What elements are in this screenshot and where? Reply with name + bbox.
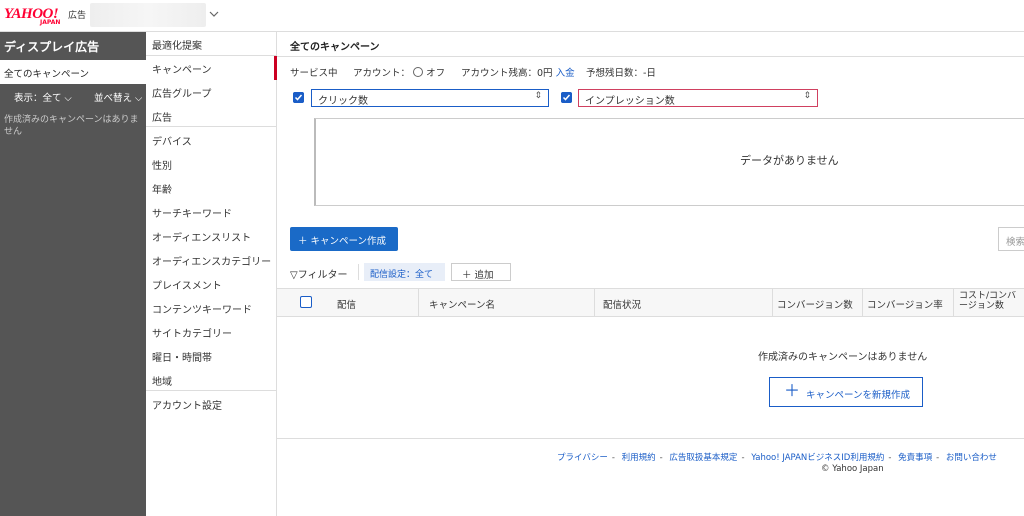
column-header[interactable]: 配信状況: [603, 297, 641, 311]
footer-link[interactable]: Yahoo! JAPANビジネスID利用規約: [751, 453, 884, 463]
select-arrows-icon: ⇕: [534, 91, 542, 101]
no-data-message: データがありません: [740, 154, 839, 167]
footer-links: プライバシー - 利用規約 - 広告取扱基本規定 - Yahoo! JAPANビジネス…: [557, 453, 997, 463]
column-header[interactable]: コスト/コンバージョン数: [959, 291, 1023, 315]
footer-link[interactable]: 免責事項: [898, 453, 932, 463]
empty-table-message: 作成済みのキャンペーンはありません: [758, 352, 928, 363]
select-arrows-icon: ⇕: [803, 91, 811, 101]
footer-link[interactable]: 利用規約: [622, 453, 656, 463]
performance-chart: [314, 118, 1024, 206]
column-header[interactable]: コンバージョン率: [867, 297, 943, 311]
select-all-checkbox[interactable]: [300, 296, 312, 308]
remaining-days: 予想残日数：-日: [586, 68, 656, 79]
metric2-checkbox[interactable]: [561, 92, 572, 103]
column-header[interactable]: キャンペーン名: [429, 297, 495, 311]
sidebar-all-campaigns[interactable]: 全てのキャンペーン: [0, 60, 146, 84]
nav-item-search-keyword[interactable]: サーチキーワード: [146, 200, 277, 224]
nav-item-content-keyword[interactable]: コンテンツキーワード: [146, 296, 277, 320]
nav-item-day-time[interactable]: 曜日・時間帯: [146, 344, 277, 368]
plus-icon: ＋: [784, 381, 801, 400]
divider: [277, 438, 1024, 439]
column-header[interactable]: 配信: [337, 297, 356, 311]
ads-product-label: 広告: [68, 11, 87, 21]
footer-link[interactable]: プライバシー: [557, 453, 608, 463]
nav-item-age[interactable]: 年齢: [146, 176, 277, 200]
yahoo-logo-sub: JAPAN: [40, 19, 61, 26]
account-balance: アカウント残高：0円 入金: [461, 68, 575, 79]
nav-item-site-category[interactable]: サイトカテゴリー: [146, 320, 277, 344]
service-status: サービス中: [290, 68, 338, 79]
sidebar-title: ディスプレイ広告: [4, 40, 100, 54]
filter-label[interactable]: ▽フィルター: [290, 266, 348, 281]
chevron-down-icon[interactable]: [208, 8, 220, 20]
metric2-select[interactable]: インプレッション数 ⇕: [578, 89, 818, 107]
radio-off-icon[interactable]: [413, 67, 424, 77]
add-filter-button[interactable]: ＋ 追加: [451, 263, 511, 281]
campaign-sidebar: [0, 32, 146, 516]
account-status: アカウント： オフ: [353, 67, 446, 79]
sort-dropdown[interactable]: 並べ替え ⌵: [94, 90, 142, 104]
nav-item-campaign[interactable]: キャンペーン: [146, 56, 277, 80]
nav-item-device[interactable]: デバイス: [146, 128, 277, 152]
page-title: 全てのキャンペーン: [290, 42, 380, 53]
account-selector[interactable]: [90, 3, 206, 27]
divider: [358, 264, 359, 280]
footer-link[interactable]: お問い合わせ: [946, 453, 997, 463]
nav-item-placement[interactable]: プレイスメント: [146, 272, 277, 296]
chevron-down-icon: ⌵: [64, 93, 72, 104]
copyright: © Yahoo Japan: [821, 464, 884, 474]
chevron-down-icon: ⌵: [135, 93, 143, 104]
campaign-table-header: 配信 キャンペーン名 配信状況 コンバージョン数 コンバージョン率 コスト/コン…: [277, 288, 1024, 317]
nav-item-audience-category[interactable]: オーディエンスカテゴリー: [146, 248, 277, 272]
new-campaign-button[interactable]: ＋ キャンペーンを新規作成: [769, 377, 923, 407]
search-button[interactable]: 検索: [998, 227, 1024, 251]
filter-tag-delivery[interactable]: 配信設定：全て: [364, 263, 445, 281]
create-campaign-button[interactable]: ＋ キャンペーン作成: [290, 227, 398, 251]
nav-item-ad[interactable]: 広告: [146, 104, 277, 128]
metric1-checkbox[interactable]: [293, 92, 304, 103]
column-header[interactable]: コンバージョン数: [777, 297, 853, 311]
nav-item-audience-list[interactable]: オーディエンスリスト: [146, 224, 277, 248]
filter-icon: ▽: [290, 270, 298, 281]
sidebar-empty-text: 作成済みのキャンペーンはありません: [4, 115, 139, 137]
nav-item-account-settings[interactable]: アカウント設定: [146, 392, 277, 416]
divider: [277, 56, 1024, 57]
report-nav: 最適化提案 キャンペーン 広告グループ 広告 デバイス 性別 年齢 サーチキーワ…: [146, 32, 277, 516]
footer-link[interactable]: 広告取扱基本規定: [669, 453, 737, 463]
nav-item-ad-group[interactable]: 広告グループ: [146, 80, 277, 104]
metric1-select[interactable]: クリック数 ⇕: [311, 89, 549, 107]
nav-item-optimization[interactable]: 最適化提案: [146, 32, 277, 56]
deposit-link[interactable]: 入金: [556, 68, 575, 79]
nav-item-region[interactable]: 地域: [146, 368, 277, 392]
nav-item-gender[interactable]: 性別: [146, 152, 277, 176]
display-filter-dropdown[interactable]: 表示：全て ⌵: [14, 90, 72, 104]
